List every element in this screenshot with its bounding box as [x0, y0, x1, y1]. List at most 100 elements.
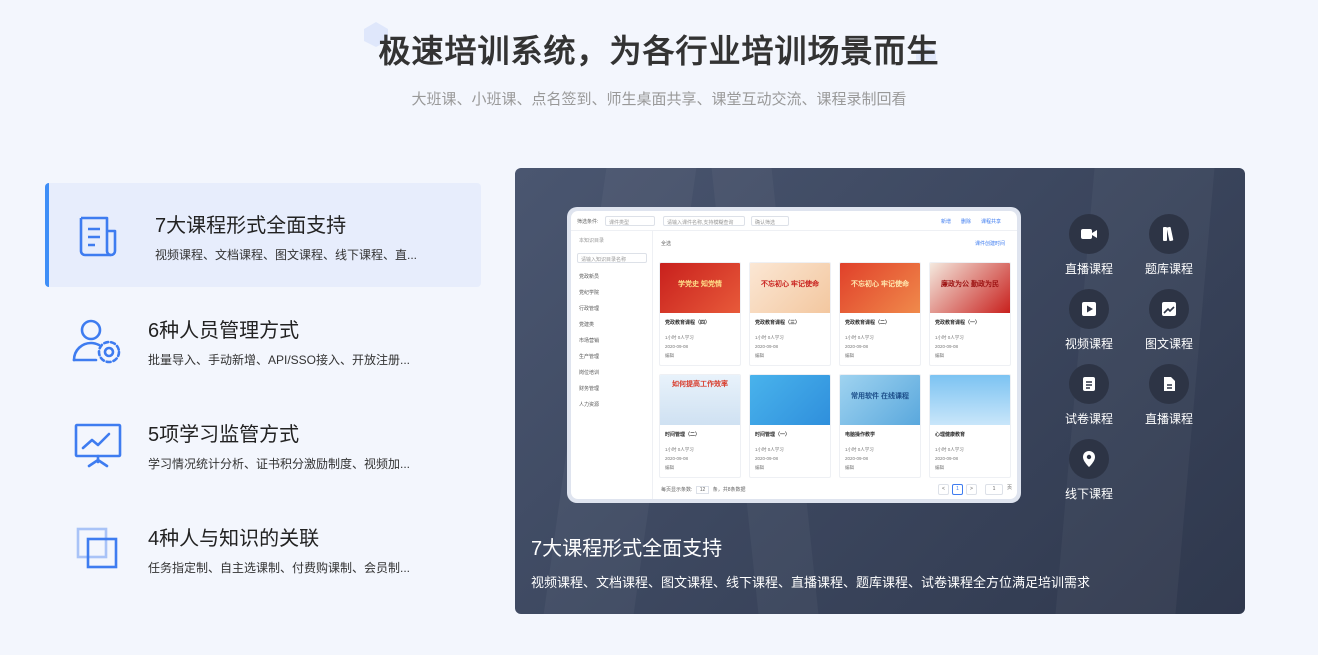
- question-bank-icon: [1163, 226, 1174, 242]
- mock-card-date: 2020-09-08: [935, 456, 959, 461]
- mock-course-grid: 全选 课件创建时间 学党史 知党情 党政教育课程（四） 1小时 0人学习 202…: [653, 231, 1017, 499]
- feature-title: 6种人员管理方式: [148, 320, 300, 342]
- mock-card-edit: 编辑: [755, 465, 764, 470]
- mock-course-card: 常用软件 在线课程 电脑操作教学 1小时 0人学习 2020-09-08 编辑: [839, 374, 921, 478]
- course-type-offline[interactable]: 线下课程: [1049, 439, 1129, 502]
- mock-card-learners: 1小时 0人学习: [755, 335, 784, 340]
- live-doc-icon: [1164, 377, 1175, 391]
- mock-card-edit: 编辑: [845, 353, 854, 358]
- exam-paper-icon: [1083, 377, 1095, 391]
- course-list-screenshot: 筛选条件: 课件类型 请输入课件名称,支持模糊查询 确认筛选 新增 删除 课程共…: [567, 207, 1021, 503]
- mock-card-edit: 编辑: [935, 353, 944, 358]
- location-pin-icon: [1083, 451, 1095, 467]
- mock-card-date: 2020-09-08: [845, 456, 869, 461]
- feature-user-management[interactable]: 6种人员管理方式 批量导入、手动新增、API/SSO接入、开放注册...: [45, 288, 481, 392]
- mock-card-learners: 1小时 0人学习: [755, 447, 784, 452]
- mock-sidebar-item: 党政新员: [579, 274, 600, 280]
- mock-card-title: 心理健康教育: [935, 432, 966, 438]
- feature-knowledge-relations[interactable]: 4种人与知识的关联 任务指定制、自主选课制、付费购课制、会员制...: [45, 496, 481, 600]
- course-type-label: 线下课程: [1064, 487, 1113, 501]
- course-type-image-text[interactable]: 图文课程: [1129, 289, 1209, 352]
- mock-footer: 每页显示条数: 12 条，共8条数据: [661, 486, 746, 494]
- mock-sidebar-item: 市场营销: [579, 338, 600, 344]
- mock-course-card: 时间管理（一） 1小时 0人学习 2020-09-08 编辑: [749, 374, 831, 478]
- feature-title: 7大课程形式全面支持: [155, 215, 347, 237]
- mock-course-card: 不忘初心 牢记使命 党政教育课程（二） 1小时 0人学习 2020-09-08 …: [839, 262, 921, 366]
- feature-title: 5项学习监管方式: [148, 424, 300, 446]
- page-title: 极速培训系统，为各行业培训场景而生: [378, 33, 940, 69]
- mock-card-date: 2020-09-08: [935, 344, 959, 349]
- mock-course-card: 心理健康教育 1小时 0人学习 2020-09-08 编辑: [929, 374, 1011, 478]
- mock-card-title: 时间管理（一）: [755, 432, 791, 438]
- feature-learning-supervision[interactable]: 5项学习监管方式 学习情况统计分析、证书积分激励制度、视频加...: [45, 392, 481, 496]
- mock-sidebar-item: 岗位培训: [579, 370, 600, 376]
- mock-page-goto-suffix: 页: [1006, 485, 1012, 491]
- course-type-label: 直播课程: [1064, 262, 1113, 276]
- mock-card-thumb-text: 廉政为公 勤政为民: [941, 281, 999, 288]
- mock-card-thumb-text: 如何提高工作效率: [672, 381, 728, 388]
- course-type-video[interactable]: 视频课程: [1049, 289, 1129, 352]
- mock-filter-select: 课件类型: [605, 216, 655, 226]
- mock-card-title: 党政教育课程（四）: [665, 320, 711, 326]
- mock-card-thumb-text: 不忘初心 牢记使命: [761, 281, 819, 288]
- image-icon: [1162, 302, 1176, 316]
- course-type-label: 直播课程: [1144, 412, 1193, 426]
- panel-desc: 视频课程、文档课程、图文课程、线下课程、直播课程、题库课程、试卷课程全方位满足培…: [531, 575, 1091, 590]
- feature-desc: 任务指定制、自主选课制、付费购课制、会员制...: [148, 561, 411, 575]
- document-icon: [79, 216, 117, 257]
- feature-desc: 学习情况统计分析、证书积分激励制度、视频加...: [148, 457, 411, 471]
- mock-card-date: 2020-09-08: [665, 456, 689, 461]
- mock-page-size: 12: [695, 486, 710, 494]
- mock-sidebar-item: 生产管理: [579, 354, 600, 360]
- mock-sidebar-item: 人力资源: [579, 402, 600, 408]
- mock-card-thumb-text: 常用软件 在线课程: [851, 393, 909, 400]
- mock-card-date: 2020-09-08: [755, 344, 779, 349]
- mock-card-edit: 编辑: [935, 465, 944, 470]
- mock-card-title: 时间管理（二）: [665, 432, 701, 438]
- feature-showcase-panel: 筛选条件: 课件类型 请输入课件名称,支持模糊查询 确认筛选 新增 删除 课程共…: [515, 168, 1245, 614]
- mock-footer-label: 每页显示条数:: [661, 487, 693, 493]
- mock-action-share: 课程共享: [981, 219, 1002, 225]
- mock-card-learners: 1小时 0人学习: [845, 447, 874, 452]
- mock-toolbar: 筛选条件: 课件类型 请输入课件名称,支持模糊查询 确认筛选 新增 删除 课程共…: [571, 211, 1017, 231]
- mock-card-learners: 1小时 0人学习: [935, 447, 964, 452]
- mock-course-card: 不忘初心 牢记使命 党政教育课程（三） 1小时 0人学习 2020-09-08 …: [749, 262, 831, 366]
- feature-course-forms[interactable]: 7大课程形式全面支持 视频课程、文档课程、图文课程、线下课程、直...: [45, 183, 481, 287]
- course-type-label: 试卷课程: [1064, 412, 1113, 426]
- course-type-exam[interactable]: 试卷课程: [1049, 364, 1129, 427]
- mock-sidebar-item: 党纪学院: [579, 290, 600, 296]
- mock-sort-label: 课件创建时间: [974, 241, 1005, 247]
- mock-card-date: 2020-09-08: [665, 344, 689, 349]
- feature-title: 4种人与知识的关联: [148, 528, 320, 550]
- course-type-live-doc[interactable]: 直播课程: [1129, 364, 1209, 427]
- mock-card-title: 党政教育课程（一）: [935, 320, 981, 326]
- mock-sidebar-item: 财务管理: [579, 386, 600, 392]
- course-type-label: 图文课程: [1144, 337, 1193, 351]
- mock-sidebar-search: 请输入知识目录名称: [577, 253, 647, 263]
- mock-course-card: 学党史 知党情 党政教育课程（四） 1小时 0人学习 2020-09-08 编辑: [659, 262, 741, 366]
- feature-desc: 批量导入、手动新增、API/SSO接入、开放注册...: [148, 353, 411, 367]
- mock-action-add: 新增: [941, 219, 952, 225]
- mock-footer-tail: 条，共8条数据: [712, 487, 746, 493]
- mock-card-learners: 1小时 0人学习: [665, 335, 694, 340]
- mock-page-next: >: [966, 484, 977, 495]
- mock-action-delete: 删除: [961, 219, 972, 225]
- mock-card-edit: 编辑: [665, 465, 674, 470]
- course-type-question-bank[interactable]: 题库课程: [1129, 214, 1209, 277]
- mock-card-edit: 编辑: [665, 353, 674, 358]
- mock-course-card: 廉政为公 勤政为民 党政教育课程（一） 1小时 0人学习 2020-09-08 …: [929, 262, 1011, 366]
- overlap-squares-icon: [76, 527, 118, 569]
- course-type-live[interactable]: 直播课程: [1049, 214, 1129, 277]
- mock-course-card: 如何提高工作效率 时间管理（二） 1小时 0人学习 2020-09-08 编辑: [659, 374, 741, 478]
- mock-select-all: 全选: [661, 241, 672, 247]
- course-type-label: 视频课程: [1064, 337, 1113, 351]
- page-subtitle: 大班课、小班课、点名签到、师生桌面共享、课堂互动交流、课程录制回看: [411, 91, 907, 108]
- mock-page-current: 1: [952, 484, 963, 495]
- mock-card-learners: 1小时 0人学习: [845, 335, 874, 340]
- mock-filter-label: 筛选条件:: [577, 219, 599, 225]
- mock-page-prev: <: [938, 484, 949, 495]
- mock-sidebar-item: 行政管理: [579, 306, 600, 312]
- mock-sidebar: 本知识目录 请输入知识目录名称 党政新员 党纪学院 行政管理 党建类 市场营销 …: [571, 231, 653, 499]
- panel-title: 7大课程形式全面支持: [531, 538, 723, 560]
- mock-search-button: 确认筛选: [751, 216, 789, 226]
